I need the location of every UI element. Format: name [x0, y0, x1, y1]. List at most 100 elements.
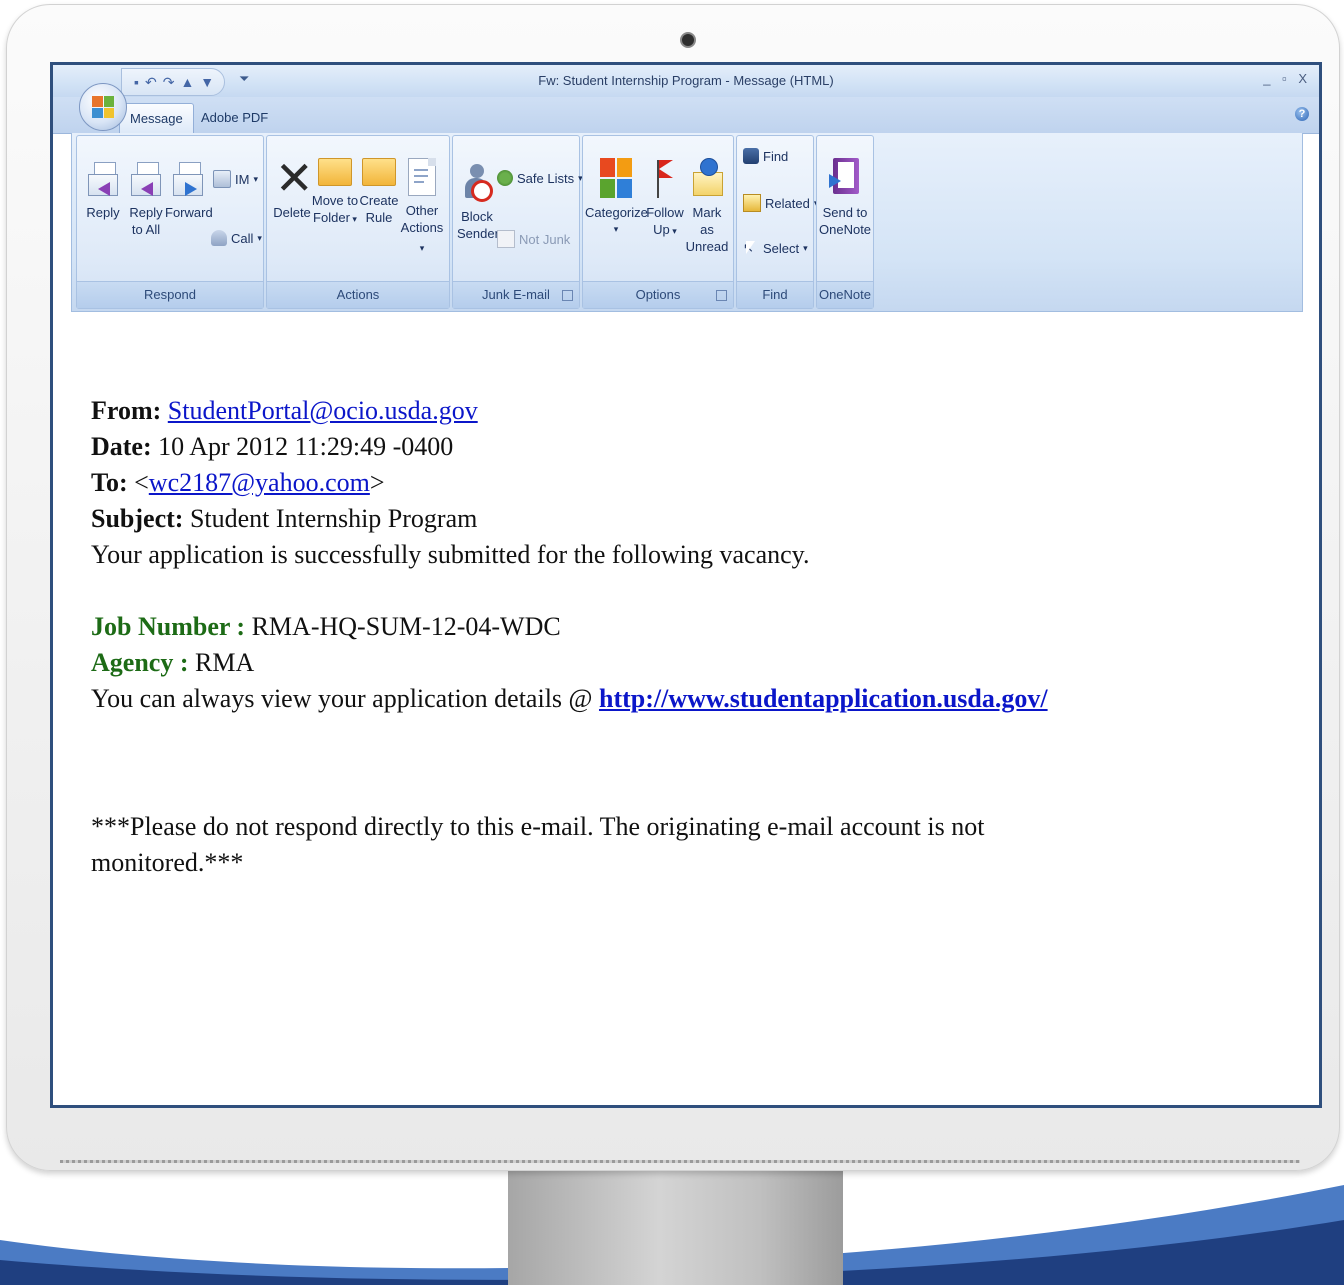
other-actions-button[interactable]: Other Actions ▾ — [399, 158, 445, 257]
move-label-1: Move to — [311, 193, 359, 208]
not-junk-label: Not Junk — [519, 231, 571, 247]
title-bar: ▪ ↶ ↷ ▲ ▼ ⏷ Fw: Student Internship Progr… — [53, 65, 1319, 98]
move-to-folder-button[interactable]: Move to Folder ▾ — [311, 158, 359, 228]
from-email-link[interactable]: StudentPortal@ocio.usda.gov — [168, 396, 478, 425]
select-button[interactable]: ↖ Select ▾ — [743, 240, 808, 256]
options-group-title: Options — [635, 287, 681, 302]
body-text: Your application is successfully submitt… — [91, 540, 810, 569]
group-label-onenote: OneNote — [817, 281, 873, 308]
subject-value: Student Internship Program — [189, 504, 478, 533]
application-link[interactable]: http://www.studentapplication.usda.gov/ — [599, 684, 1048, 713]
im-button[interactable]: IM ▾ — [213, 170, 258, 188]
junk-group-title: Junk E-mail — [482, 287, 550, 302]
webcam-icon — [680, 32, 696, 48]
call-button[interactable]: Call ▾ — [211, 230, 262, 246]
agency-line: Agency : RMA — [91, 645, 1311, 681]
group-onenote: Send to OneNote OneNote — [816, 135, 874, 309]
phone-icon — [211, 230, 227, 246]
folder-icon — [318, 158, 352, 186]
agency-label: Agency : — [91, 648, 189, 677]
group-label-actions: Actions — [267, 281, 449, 308]
group-find: Find Related▾ ↖ Select▾ Find — [736, 135, 818, 309]
categorize-button[interactable]: Categorize ▾ — [585, 158, 648, 238]
mark-as-unread-button[interactable]: Mark as Unread — [685, 158, 729, 255]
block-label-2: Sender — [457, 226, 499, 241]
date-line: Date: 10 Apr 2012 11:29:49 -0400 — [91, 429, 1311, 465]
view-details-text: You can always view your application det… — [91, 684, 593, 713]
related-icon — [743, 194, 761, 212]
forward-icon — [173, 162, 203, 198]
office-logo-icon — [92, 96, 114, 118]
flag-icon — [653, 158, 677, 198]
tab-message[interactable]: Message — [119, 103, 194, 134]
safe-lists-label: Safe Lists — [517, 170, 575, 186]
group-label-options: Options — [583, 281, 733, 308]
subject-line: Subject: Student Internship Program — [91, 501, 1311, 537]
tab-adobe-pdf[interactable]: Adobe PDF — [191, 103, 278, 133]
to-bracket-open: < — [134, 468, 149, 497]
reply-label: Reply — [86, 205, 120, 220]
create-rule-button[interactable]: Create Rule — [359, 158, 399, 226]
send-to-onenote-button[interactable]: Send to OneNote — [819, 158, 871, 238]
agency-value: RMA — [194, 648, 255, 677]
group-actions: ✕ Delete Move to Folder ▾ Create Rule Ot… — [266, 135, 450, 309]
reply-all-button[interactable]: Reply to All — [125, 162, 167, 238]
reply-icon — [88, 162, 118, 198]
group-junk-email: Block Sender Safe Lists ▾ Not Junk Junk E… — [452, 135, 583, 309]
to-bracket-close: > — [369, 468, 385, 497]
create-label-1: Create — [359, 193, 399, 208]
block-sender-button[interactable]: Block Sender — [457, 162, 499, 242]
delete-label: Delete — [273, 205, 311, 220]
reply-button[interactable]: Reply — [83, 162, 123, 221]
categorize-icon — [600, 158, 632, 198]
to-line: To: <wc2187@yahoo.com> — [91, 465, 1311, 501]
forward-button[interactable]: Forward — [165, 162, 213, 221]
onenote-label-2: OneNote — [819, 222, 872, 237]
onenote-label-1: Send to — [822, 205, 868, 220]
other-label-1: Other — [405, 203, 439, 218]
date-value: 10 Apr 2012 11:29:49 -0400 — [158, 432, 454, 461]
create-label-2: Rule — [365, 210, 393, 225]
mark-unread-icon — [691, 158, 723, 198]
job-number-label: Job Number : — [91, 612, 246, 641]
group-label-find: Find — [737, 281, 813, 308]
not-junk-button[interactable]: Not Junk — [497, 230, 570, 248]
categorize-label: Categorize — [585, 205, 648, 220]
follow-up-button[interactable]: Follow Up ▾ — [645, 158, 685, 240]
office-button[interactable] — [79, 83, 127, 131]
junk-dialog-launcher-icon[interactable] — [562, 290, 573, 301]
options-dialog-launcher-icon[interactable] — [716, 290, 727, 301]
footer-note-1: ***Please do not respond directly to thi… — [91, 812, 985, 841]
block-label-1: Block — [461, 209, 493, 224]
safe-lists-button[interactable]: Safe Lists ▾ — [497, 170, 583, 186]
ribbon-tabs: Message Adobe PDF ? — [53, 97, 1319, 134]
monitor-stand — [508, 1168, 843, 1285]
other-label-2: Actions — [400, 220, 444, 235]
not-junk-icon — [497, 230, 515, 248]
select-label: Select — [763, 240, 800, 256]
delete-button[interactable]: ✕ Delete — [271, 151, 314, 221]
follow-label-1: Follow — [646, 205, 684, 220]
window-title: Fw: Student Internship Program - Message… — [538, 73, 834, 88]
delete-icon: ✕ — [275, 151, 314, 205]
reply-all-icon — [131, 162, 161, 198]
subject-label: Subject: — [91, 504, 184, 533]
footer-note-2: monitored.*** — [91, 848, 244, 877]
other-actions-icon — [408, 158, 436, 196]
job-number-value: RMA-HQ-SUM-12-04-WDC — [251, 612, 561, 641]
window-controls[interactable]: _ ▫ X — [1263, 71, 1311, 86]
follow-label-2: Up — [653, 222, 670, 237]
help-icon[interactable]: ? — [1295, 107, 1309, 121]
forward-label: Forward — [165, 205, 213, 220]
to-email-link[interactable]: wc2187@yahoo.com — [149, 468, 370, 497]
call-label: Call — [231, 230, 254, 246]
outlook-window: ▪ ↶ ↷ ▲ ▼ ⏷ Fw: Student Internship Progr… — [50, 62, 1322, 1108]
group-options: Categorize ▾ Follow Up ▾ Mark as Unread … — [582, 135, 734, 309]
mark-label-1: Mark as — [692, 205, 722, 237]
find-button[interactable]: Find — [743, 148, 788, 164]
group-label-junk: Junk E-mail — [453, 281, 579, 308]
related-button[interactable]: Related▾ — [743, 194, 818, 212]
safe-lists-icon — [497, 170, 513, 186]
im-label: IM — [235, 171, 250, 187]
to-label: To: — [91, 468, 128, 497]
